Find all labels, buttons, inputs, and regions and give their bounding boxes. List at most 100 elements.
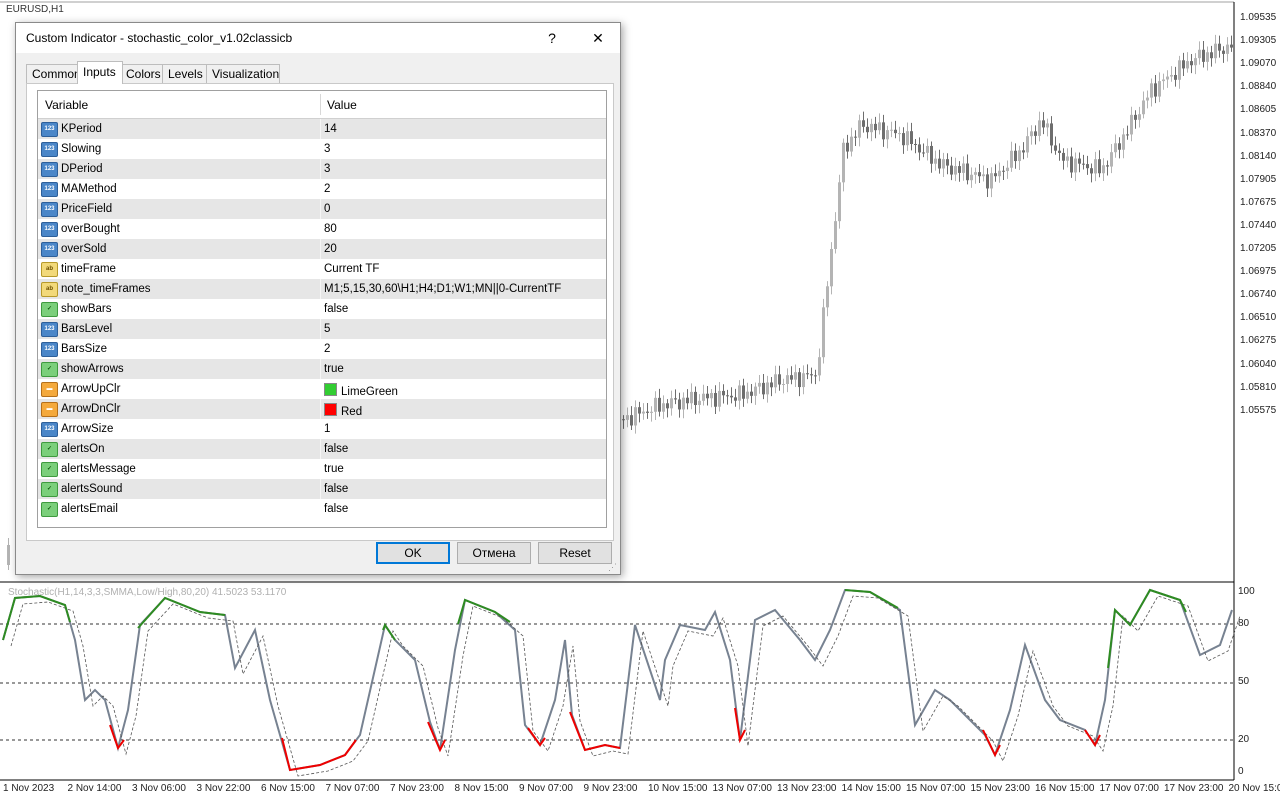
param-value-text: true bbox=[324, 363, 344, 375]
close-button[interactable]: ✕ bbox=[576, 23, 620, 53]
candle-body bbox=[734, 397, 737, 401]
time-tick-label: 17 Nov 23:00 bbox=[1164, 783, 1224, 794]
param-value[interactable]: 14 bbox=[324, 123, 337, 135]
candle-body bbox=[1094, 159, 1097, 174]
param-value[interactable]: 3 bbox=[324, 163, 330, 175]
price-tick-label: 1.05575 bbox=[1240, 404, 1277, 416]
price-tick-label: 1.07205 bbox=[1240, 243, 1277, 254]
candle-body bbox=[1010, 150, 1013, 168]
param-row-kperiod[interactable]: 123 KPeriod 14 bbox=[38, 119, 606, 139]
param-value[interactable]: 1 bbox=[324, 423, 330, 435]
candle-body bbox=[1154, 83, 1157, 97]
param-value-text: M1;5,15,30,60\H1;H4;D1;W1;MN||0-CurrentT… bbox=[324, 283, 562, 295]
reset-button[interactable]: Reset bbox=[538, 542, 612, 564]
param-row-pricefield[interactable]: 123 PriceField 0 bbox=[38, 199, 606, 219]
param-value[interactable]: true bbox=[324, 463, 344, 475]
param-value-text: false bbox=[324, 503, 349, 515]
param-value[interactable]: 20 bbox=[324, 243, 337, 255]
param-value[interactable]: 2 bbox=[324, 183, 330, 195]
param-row-dperiod[interactable]: 123 DPeriod 3 bbox=[38, 159, 606, 179]
time-tick-label: 3 Nov 06:00 bbox=[132, 783, 186, 794]
candle-body bbox=[894, 129, 897, 134]
param-row-oversold[interactable]: 123 overSold 20 bbox=[38, 239, 606, 259]
tab-colors[interactable]: Colors bbox=[120, 64, 164, 83]
time-tick-label: 1 Nov 2023 bbox=[3, 783, 55, 794]
param-row-alertssound[interactable]: ✓ alertsSound false bbox=[38, 479, 606, 499]
param-value-text: 3 bbox=[324, 163, 331, 175]
candle-body bbox=[870, 123, 873, 133]
candle-body bbox=[942, 159, 945, 169]
cancel-button[interactable]: Отмена bbox=[457, 542, 531, 564]
param-row-barssize[interactable]: 123 BarsSize 2 bbox=[38, 339, 606, 359]
column-header-variable[interactable]: Variable bbox=[45, 98, 88, 112]
tab-inputs[interactable]: Inputs bbox=[77, 61, 123, 84]
param-value[interactable]: 3 bbox=[324, 143, 330, 155]
candle-body bbox=[1074, 158, 1077, 173]
candle-body bbox=[954, 166, 957, 175]
param-row-barslevel[interactable]: 123 BarsLevel 5 bbox=[38, 319, 606, 339]
param-row-alertsemail[interactable]: ✓ alertsEmail false bbox=[38, 499, 606, 519]
param-value[interactable]: 80 bbox=[324, 223, 337, 235]
candle-body bbox=[1162, 79, 1165, 82]
candle-body bbox=[1158, 81, 1161, 97]
candle-body bbox=[1206, 52, 1209, 62]
column-separator bbox=[320, 259, 321, 279]
price-tick-label: 1.06740 bbox=[1240, 289, 1277, 301]
param-name: ArrowSize bbox=[61, 423, 114, 435]
param-name: Slowing bbox=[61, 143, 102, 155]
param-value[interactable]: false bbox=[324, 443, 348, 455]
param-value[interactable]: true bbox=[324, 363, 344, 375]
param-value[interactable]: false bbox=[324, 503, 348, 515]
param-row-timeframe[interactable]: ab timeFrame Current TF bbox=[38, 259, 606, 279]
candle-body bbox=[1230, 44, 1233, 48]
candle-body bbox=[1214, 43, 1217, 59]
dialog-titlebar[interactable]: Custom Indicator - stochastic_color_v1.0… bbox=[16, 23, 620, 53]
param-row-note_timeframes[interactable]: ab note_timeFrames M1;5,15,30,60\H1;H4;D1;… bbox=[38, 279, 606, 299]
candle-body bbox=[938, 158, 941, 169]
param-value[interactable]: 2 bbox=[324, 343, 330, 355]
tab-common[interactable]: Common bbox=[26, 64, 82, 83]
param-value[interactable]: LimeGreen bbox=[324, 383, 398, 398]
param-row-arrowupclr[interactable]: ▬ ArrowUpClr LimeGreen bbox=[38, 379, 606, 399]
candle-body bbox=[674, 398, 677, 400]
candle-body bbox=[970, 174, 973, 181]
param-value[interactable]: Current TF bbox=[324, 263, 379, 275]
param-row-showarrows[interactable]: ✓ showArrows true bbox=[38, 359, 606, 379]
candle-body bbox=[910, 131, 913, 144]
param-value[interactable]: false bbox=[324, 483, 348, 495]
candle-body bbox=[890, 129, 893, 131]
ok-button[interactable]: OK bbox=[376, 542, 450, 564]
param-value[interactable]: 0 bbox=[324, 203, 330, 215]
column-separator bbox=[320, 359, 321, 379]
param-name: ArrowUpClr bbox=[61, 383, 121, 395]
param-row-overbought[interactable]: 123 overBought 80 bbox=[38, 219, 606, 239]
param-value[interactable]: Red bbox=[324, 403, 362, 418]
resize-grip-icon[interactable]: ⋰ bbox=[608, 562, 618, 572]
candle-body bbox=[1202, 49, 1205, 62]
param-row-showbars[interactable]: ✓ showBars false bbox=[38, 299, 606, 319]
param-name: alertsEmail bbox=[61, 503, 118, 515]
candle-body bbox=[934, 158, 937, 164]
param-value[interactable]: 5 bbox=[324, 323, 330, 335]
column-divider[interactable] bbox=[320, 94, 321, 115]
param-value[interactable]: false bbox=[324, 303, 348, 315]
candle-body bbox=[1174, 74, 1177, 80]
param-row-slowing[interactable]: 123 Slowing 3 bbox=[38, 139, 606, 159]
candle-body bbox=[962, 163, 965, 173]
column-header-value[interactable]: Value bbox=[327, 98, 357, 112]
param-row-alertsmessage[interactable]: ✓ alertsMessage true bbox=[38, 459, 606, 479]
help-button[interactable]: ? bbox=[530, 23, 574, 53]
column-separator bbox=[320, 439, 321, 459]
tab-levels[interactable]: Levels bbox=[162, 64, 208, 83]
param-row-alertson[interactable]: ✓ alertsOn false bbox=[38, 439, 606, 459]
param-row-arrowdnclr[interactable]: ▬ ArrowDnClr Red bbox=[38, 399, 606, 419]
tab-visualization[interactable]: Visualization bbox=[206, 64, 280, 83]
param-row-mamethod[interactable]: 123 MAMethod 2 bbox=[38, 179, 606, 199]
column-separator bbox=[320, 419, 321, 439]
param-value-text: 2 bbox=[324, 183, 331, 195]
param-row-arrowsize[interactable]: 123 ArrowSize 1 bbox=[38, 419, 606, 439]
indicator-title: Stochastic(H1,14,3,3,SMMA,Low/High,80,20… bbox=[8, 587, 287, 598]
param-value[interactable]: M1;5,15,30,60\H1;H4;D1;W1;MN||0-CurrentT… bbox=[324, 283, 561, 295]
candle-body bbox=[986, 174, 989, 189]
time-tick-label: 9 Nov 23:00 bbox=[583, 783, 638, 794]
